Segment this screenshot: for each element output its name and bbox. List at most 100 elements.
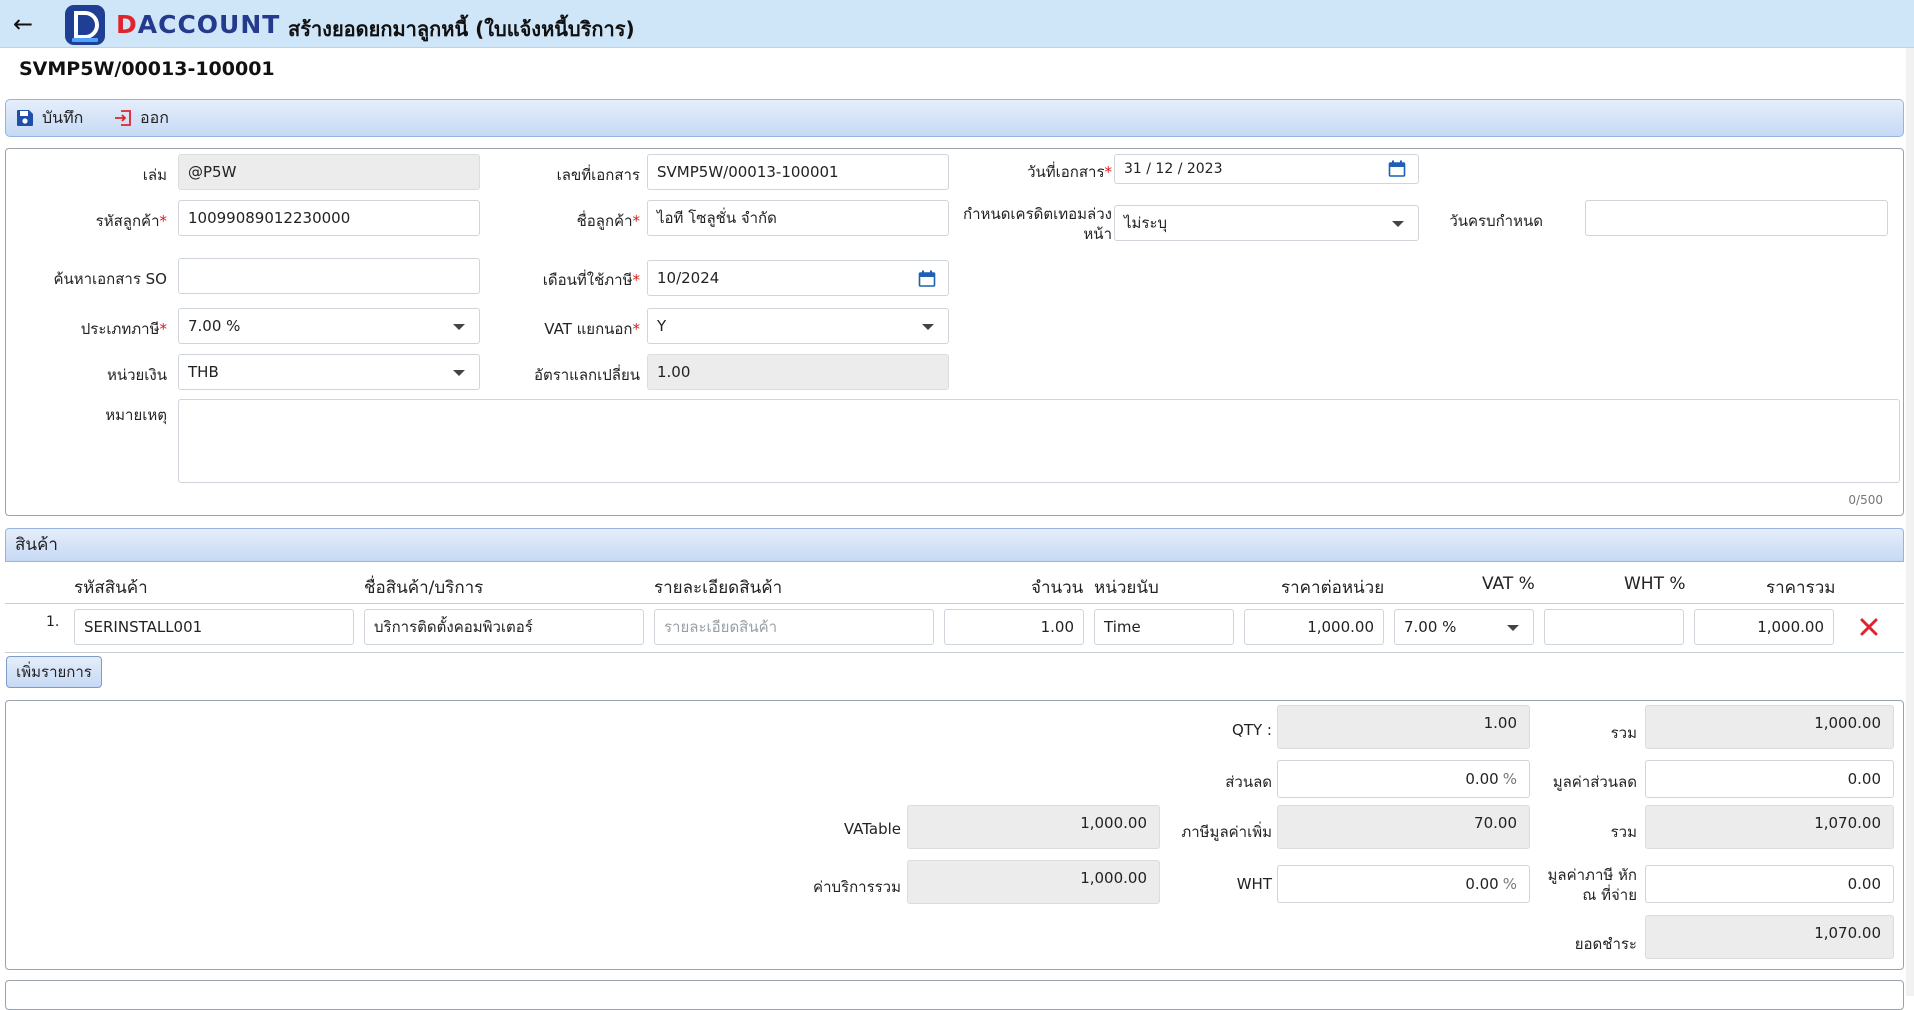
document-number-heading: SVMP5W/00013-100001 — [19, 58, 275, 80]
credit-term-select[interactable]: ไม่ระบุ — [1114, 205, 1419, 241]
save-label: บันทึก — [42, 107, 84, 127]
chevron-down-icon — [1392, 221, 1404, 227]
vat-amount-label: ภาษีมูลค่าเพิ่ม — [1181, 823, 1272, 841]
due-date-label: วันครบกำหนด — [1449, 212, 1543, 230]
line-total-field: 1,000.00 — [1694, 609, 1834, 645]
vat-value: 7.00 % — [1404, 618, 1457, 636]
service-total-field: 1,000.00 — [907, 860, 1160, 904]
custcode-field[interactable]: 10099089012230000 — [178, 200, 480, 236]
vat-separate-value: Y — [657, 317, 667, 335]
wht-field[interactable] — [1544, 609, 1684, 645]
chevron-down-icon — [922, 324, 934, 330]
save-icon — [17, 110, 33, 126]
calendar-icon[interactable] — [918, 270, 936, 288]
add-item-button[interactable]: เพิ่มรายการ — [6, 656, 102, 688]
vat-amount-field: 70.00 — [1277, 805, 1530, 849]
percent-sign: % — [1502, 875, 1517, 893]
row-number: 1. — [46, 614, 60, 630]
currency-label: หน่วยเงิน — [106, 366, 167, 384]
qty-total-field: 1.00 — [1277, 705, 1530, 749]
back-arrow-icon[interactable]: ← — [8, 8, 38, 40]
exit-icon — [115, 110, 131, 126]
currency-value: THB — [188, 363, 219, 381]
wht-amount-label: มูลค่าภาษี หักณ ที่จ่าย — [1547, 866, 1637, 904]
vatable-label: VATable — [843, 820, 901, 838]
delete-x-icon[interactable] — [1858, 616, 1880, 638]
tax-month-field[interactable]: 10/2024 — [647, 260, 949, 296]
custname-label: ชื่อลูกค้า* — [576, 212, 640, 230]
docdate-label: วันที่เอกสาร* — [1027, 163, 1112, 181]
so-search-label: ค้นหาเอกสาร SO — [53, 270, 167, 288]
subtotal-label: รวม — [1610, 724, 1637, 742]
book-label: เล่ม — [142, 166, 167, 184]
unit-price-field[interactable]: 1,000.00 — [1244, 609, 1384, 645]
summary-panel: QTY : 1.00 รวม 1,000.00 ส่วนลด 0.00% มูล… — [5, 700, 1904, 970]
credit-term-label: กำหนดเครดิตเทอมล่วง หน้า — [963, 205, 1112, 243]
product-detail-placeholder: รายละเอียดสินค้า — [664, 618, 778, 636]
exchange-rate-field: 1.00 — [647, 354, 949, 390]
vat-select[interactable]: 7.00 % — [1394, 609, 1534, 645]
net-payment-label: ยอดชำระ — [1574, 935, 1637, 953]
service-total-label: ค่าบริการรวม — [813, 878, 901, 896]
remark-textarea[interactable] — [178, 399, 1900, 483]
col-vat: VAT % — [1482, 574, 1535, 594]
product-code-field[interactable]: SERINSTALL001 — [74, 609, 354, 645]
daccount-logo — [65, 5, 105, 45]
col-quantity: จำนวน — [1031, 578, 1084, 598]
wht-rate-value: 0.00 — [1465, 875, 1499, 893]
exit-label: ออก — [140, 107, 169, 127]
tax-month-label: เดือนที่ใช้ภาษี* — [542, 271, 640, 289]
col-product-code: รหัสสินค้า — [74, 578, 148, 598]
product-detail-field[interactable]: รายละเอียดสินค้า — [654, 609, 934, 645]
calendar-icon[interactable] — [1388, 160, 1406, 178]
currency-select[interactable]: THB — [178, 354, 480, 390]
save-button[interactable]: บันทึก — [16, 100, 83, 136]
wht-rate-field[interactable]: 0.00% — [1277, 865, 1530, 903]
quantity-field[interactable]: 1.00 — [944, 609, 1084, 645]
page-scrollbar[interactable] — [1906, 48, 1914, 996]
remark-label: หมายเหตุ — [105, 406, 167, 424]
due-date-field[interactable] — [1585, 200, 1888, 236]
so-search-field[interactable] — [178, 258, 480, 294]
chevron-down-icon — [1507, 625, 1519, 631]
page-title: สร้างยอดยกมาลูกหนี้ (ใบแจ้งหนี้บริการ) — [288, 17, 635, 41]
unit-field[interactable]: Time — [1094, 609, 1234, 645]
exit-button[interactable]: ออก — [114, 100, 169, 136]
brand-name: DACCOUNT — [116, 10, 281, 39]
col-total: ราคารวม — [1766, 578, 1836, 598]
grid-divider — [5, 603, 1904, 604]
grid-divider — [5, 652, 1904, 653]
wht-label: WHT — [1236, 875, 1272, 893]
tax-type-value: 7.00 % — [188, 317, 241, 335]
product-name-field[interactable]: บริการติดตั้งคอมพิวเตอร์ — [364, 609, 644, 645]
docno-label: เลขที่เอกสาร — [556, 166, 640, 184]
chevron-down-icon — [453, 370, 465, 376]
tax-type-label: ประเภทภาษี* — [80, 320, 167, 338]
qty-label: QTY : — [1232, 721, 1272, 739]
discount-value: 0.00 — [1465, 770, 1499, 788]
vatable-field: 1,000.00 — [907, 805, 1160, 849]
wht-amount-field[interactable]: 0.00 — [1645, 865, 1894, 903]
vat-separate-select[interactable]: Y — [647, 308, 949, 344]
chevron-down-icon — [453, 324, 465, 330]
docno-field[interactable]: SVMP5W/00013-100001 — [647, 154, 949, 190]
custcode-label: รหัสลูกค้า* — [95, 212, 167, 230]
action-toolbar: บันทึก ออก — [5, 99, 1904, 137]
discount-amount-label: มูลค่าส่วนลด — [1552, 773, 1637, 791]
col-product-detail: รายละเอียดสินค้า — [654, 578, 783, 598]
subtotal-field: 1,000.00 — [1645, 705, 1894, 749]
docdate-field[interactable]: 31 / 12 / 2023 — [1114, 154, 1419, 184]
discount-label: ส่วนลด — [1225, 773, 1272, 791]
products-section-header: สินค้า — [5, 528, 1904, 562]
custname-field[interactable]: ไอที โซลูชั่น จำกัด — [647, 200, 949, 236]
docdate-value: 31 / 12 / 2023 — [1124, 161, 1223, 177]
col-unit: หน่วยนับ — [1094, 578, 1159, 598]
col-unit-price: ราคาต่อหน่วย — [1281, 578, 1385, 598]
discount-field[interactable]: 0.00% — [1277, 760, 1530, 798]
exchange-rate-label: อัตราแลกเปลี่ยน — [533, 366, 640, 384]
discount-amount-field[interactable]: 0.00 — [1645, 760, 1894, 798]
col-wht: WHT % — [1624, 574, 1686, 594]
document-form: เล่ม @P5W เลขที่เอกสาร SVMP5W/00013-1000… — [5, 148, 1904, 516]
tax-type-select[interactable]: 7.00 % — [178, 308, 480, 344]
tax-month-value: 10/2024 — [657, 269, 720, 287]
